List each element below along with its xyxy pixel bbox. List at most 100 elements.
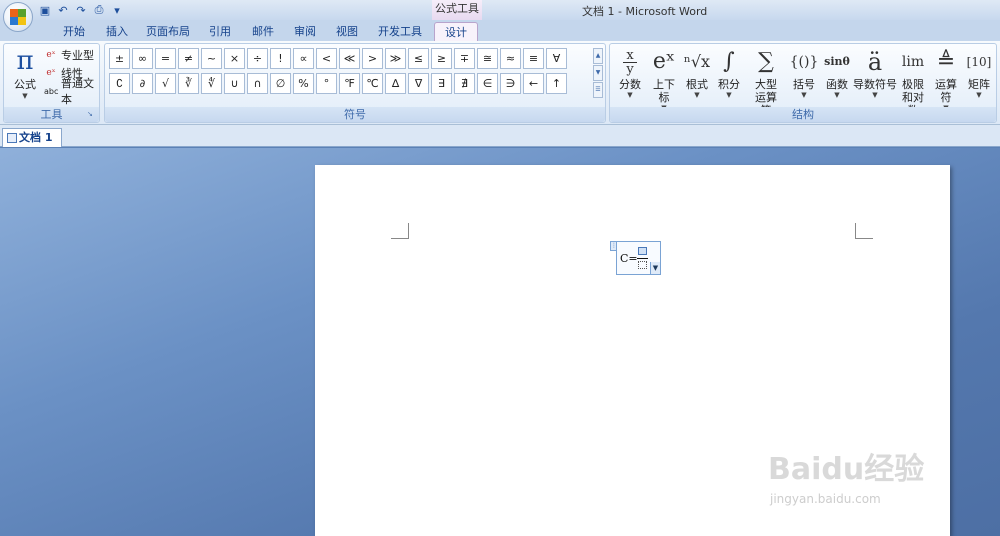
context-tab-title: 公式工具: [432, 0, 482, 20]
script-button[interactable]: eˣ 上下标 ▼: [648, 46, 680, 112]
operator-button[interactable]: ≜ 运算符 ▼: [930, 46, 962, 112]
tab-references[interactable]: 引用: [203, 22, 237, 41]
fraction-bar: [637, 258, 648, 259]
symbol-button[interactable]: ∂: [132, 73, 153, 94]
accent-button[interactable]: ä 导数符号 ▼: [853, 46, 897, 108]
symbol-button[interactable]: ←: [523, 73, 544, 94]
redo-icon[interactable]: ↷: [74, 3, 88, 17]
tab-home[interactable]: 开始: [56, 22, 92, 41]
symbol-button[interactable]: ∋: [500, 73, 521, 94]
tab-insert[interactable]: 插入: [99, 22, 135, 41]
tab-view[interactable]: 视图: [330, 22, 364, 41]
symbol-button[interactable]: ≫: [385, 48, 406, 69]
dialog-launcher-icon[interactable]: ↘: [87, 110, 96, 119]
crop-mark-top-left: [391, 223, 409, 239]
radical-icon: ⁿ√x: [683, 52, 711, 71]
document-tab-strip: 文档 1 *: [0, 125, 1000, 162]
symbol-button[interactable]: ≥: [431, 48, 452, 69]
document-tab[interactable]: 文档 1 *: [2, 128, 62, 162]
fraction-numerator-placeholder[interactable]: [638, 247, 647, 255]
undo-icon[interactable]: ↶: [56, 3, 70, 17]
symbol-button[interactable]: ∓: [454, 48, 475, 69]
symbol-button[interactable]: ≪: [339, 48, 360, 69]
large-operator-button[interactable]: ∑ 大型运算符: [746, 46, 786, 117]
normal-text-button[interactable]: abc 普通文本: [44, 77, 99, 106]
symbol-button[interactable]: ∄: [454, 73, 475, 94]
symbol-button[interactable]: ℃: [362, 73, 383, 94]
structures-group: xy 分数 ▼ eˣ 上下标 ▼ ⁿ√x 根式 ▼ ∫ 积分 ▼ ∑ 大型运算符…: [609, 43, 997, 123]
office-button[interactable]: [3, 2, 33, 32]
symbol-button[interactable]: ≈: [500, 48, 521, 69]
fraction-icon: xy: [614, 46, 646, 78]
symbol-button[interactable]: ∁: [109, 73, 130, 94]
radical-button[interactable]: ⁿ√x 根式 ▼: [682, 46, 712, 108]
function-icon: sinθ: [824, 55, 850, 68]
symbol-button[interactable]: ∇: [408, 73, 429, 94]
symbol-button[interactable]: ∝: [293, 48, 314, 69]
tab-developer[interactable]: 开发工具: [372, 22, 428, 41]
symbol-button[interactable]: ±: [109, 48, 130, 69]
matrix-button[interactable]: [10] 矩阵 ▼: [964, 46, 994, 108]
symbol-button[interactable]: ∈: [477, 73, 498, 94]
integral-button[interactable]: ∫ 积分 ▼: [714, 46, 744, 108]
symbol-button[interactable]: √: [155, 73, 176, 94]
symbol-gallery: ± ∞ = ≠ ~ × ÷! ∝ < ≪ > ≫ ≤ ≥ ∓ ≅ ≈ ≡ ∀ ∁ ∂ √ ∛ ∜ ∪ ∩ ∅% ° ℉ ℃ ∆ ∇ ∃ ∄ ∈ ∋ ← ↑: [109, 48, 593, 100]
fraction-button[interactable]: xy 分数 ▼: [614, 46, 646, 108]
symbol-button[interactable]: ≡: [523, 48, 544, 69]
symbol-button[interactable]: ∞: [132, 48, 153, 69]
structures-group-label: 结构: [610, 107, 996, 122]
tab-mailings[interactable]: 邮件: [246, 22, 280, 41]
symbol-button[interactable]: ∅: [270, 73, 291, 94]
limit-icon: lim: [901, 54, 925, 70]
operator-icon: ≜: [936, 49, 956, 74]
accent-icon: ä: [867, 48, 883, 76]
tab-review[interactable]: 审阅: [288, 22, 322, 41]
customize-toolbar-icon[interactable]: ▾: [110, 3, 124, 17]
symbol-gallery-scroll: ▲ ▼ ☰: [593, 48, 603, 98]
symbol-button[interactable]: ∃: [431, 73, 452, 94]
tab-page-layout[interactable]: 页面布局: [140, 22, 196, 41]
symbol-button[interactable]: ∩: [247, 73, 268, 94]
symbol-button[interactable]: ×: [224, 48, 245, 69]
equation-move-handle[interactable]: ⋮: [610, 241, 617, 251]
chevron-down-icon: ▼: [22, 92, 28, 100]
professional-button[interactable]: eˣ 专业型: [44, 47, 94, 63]
symbol-button[interactable]: °: [316, 73, 337, 94]
save-icon[interactable]: ▣: [38, 3, 52, 17]
more-icon[interactable]: ☰: [593, 82, 603, 98]
equation-button[interactable]: π 公式 ▼: [10, 46, 40, 102]
fraction-denominator-placeholder[interactable]: [638, 261, 647, 269]
symbol-button[interactable]: ∆: [385, 73, 406, 94]
symbol-button[interactable]: ∜: [201, 73, 222, 94]
symbol-button[interactable]: !: [270, 48, 291, 69]
limit-log-button[interactable]: lim 极限和对数: [898, 46, 928, 117]
symbol-button[interactable]: ≤: [408, 48, 429, 69]
abc-icon: abc: [44, 86, 59, 96]
symbol-button[interactable]: ↑: [546, 73, 567, 94]
scroll-up-icon[interactable]: ▲: [593, 48, 603, 64]
symbol-button[interactable]: ℉: [339, 73, 360, 94]
symbol-button[interactable]: >: [362, 48, 383, 69]
symbol-button[interactable]: ≠: [178, 48, 199, 69]
watermark-url: jingyan.baidu.com: [770, 492, 881, 506]
function-button[interactable]: sinθ 函数 ▼: [822, 46, 852, 108]
symbol-button[interactable]: ∪: [224, 73, 245, 94]
symbol-button[interactable]: ÷: [247, 48, 268, 69]
equation-container[interactable]: ⋮ C= ▼: [610, 241, 661, 275]
equation-options-dropdown[interactable]: ▼: [650, 262, 660, 274]
symbol-button[interactable]: ≅: [477, 48, 498, 69]
scroll-down-icon[interactable]: ▼: [593, 65, 603, 81]
symbol-button[interactable]: ∛: [178, 73, 199, 94]
symbol-button[interactable]: <: [316, 48, 337, 69]
symbol-button[interactable]: ∀: [546, 48, 567, 69]
quick-access-toolbar: ▣ ↶ ↷ ⎙ ▾: [38, 2, 124, 18]
tools-group: π 公式 ▼ eˣ 专业型 eˣ 线性 abc 普通文本 工具 ↘: [3, 43, 100, 123]
crop-mark-top-right: [855, 223, 873, 239]
print-preview-icon[interactable]: ⎙: [92, 3, 106, 17]
symbol-button[interactable]: %: [293, 73, 314, 94]
ribbon: π 公式 ▼ eˣ 专业型 eˣ 线性 abc 普通文本 工具 ↘ ± ∞ = ≠ ~ ×…: [0, 41, 1000, 125]
symbol-button[interactable]: =: [155, 48, 176, 69]
symbol-button[interactable]: ~: [201, 48, 222, 69]
tab-design[interactable]: 设计: [434, 22, 478, 41]
bracket-button[interactable]: {()} 括号 ▼: [788, 46, 820, 108]
